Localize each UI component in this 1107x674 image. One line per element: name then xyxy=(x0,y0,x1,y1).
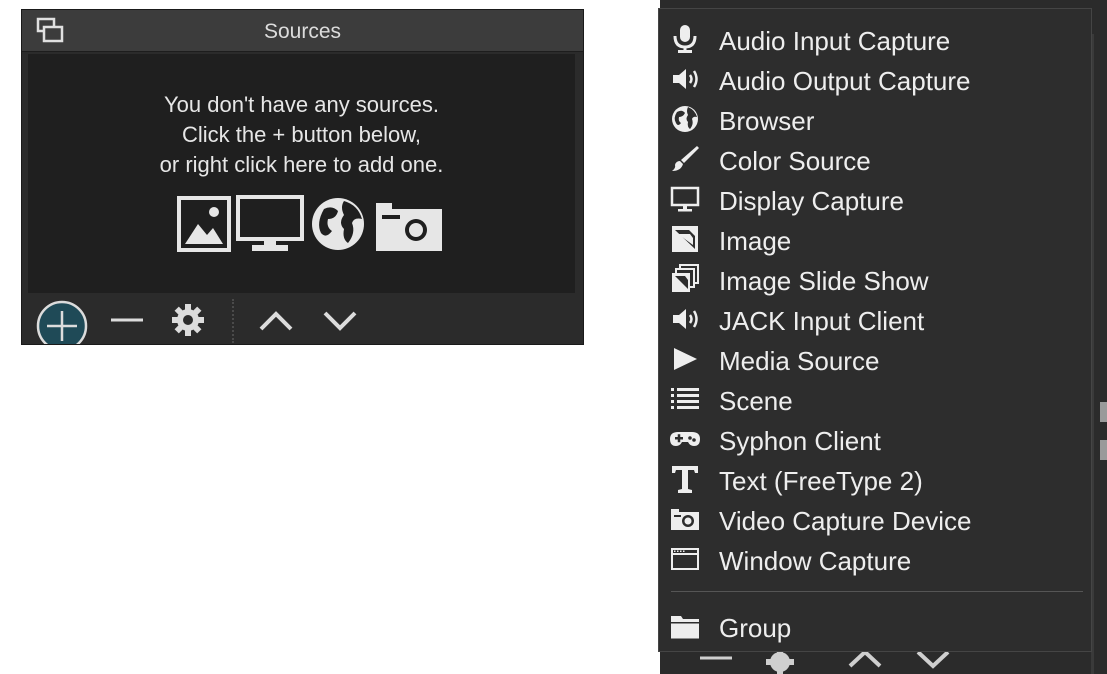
menu-item-label: Audio Output Capture xyxy=(719,66,971,96)
empty-source-icons xyxy=(177,195,442,252)
globe-icon xyxy=(672,106,698,132)
menu-item-group[interactable]: Group xyxy=(659,606,1091,646)
menu-item-label: Syphon Client xyxy=(719,426,881,456)
text-icon xyxy=(672,466,698,493)
sources-list[interactable]: You don't have any sources. Click the + … xyxy=(28,54,575,294)
toolbar-divider xyxy=(232,299,235,343)
background-scroll-marker xyxy=(1100,402,1107,422)
menu-item-color-source[interactable]: Color Source xyxy=(659,139,1091,179)
move-down-icon xyxy=(916,650,950,669)
menu-item-label: Audio Input Capture xyxy=(719,26,951,56)
background-scroll-marker xyxy=(1100,440,1107,460)
image-icon xyxy=(672,226,698,252)
menu-item-label: Browser xyxy=(719,106,815,136)
menu-item-display-capture[interactable]: Display Capture xyxy=(659,179,1091,219)
speaker-icon xyxy=(673,69,698,89)
menu-item-browser[interactable]: Browser xyxy=(659,99,1091,139)
menu-item-label: Text (FreeType 2) xyxy=(719,466,923,496)
menu-item-audio-output-capture[interactable]: Audio Output Capture xyxy=(659,59,1091,99)
camera-icon xyxy=(671,509,699,530)
menu-item-media-source[interactable]: Media Source xyxy=(659,339,1091,379)
menu-item-window-capture[interactable]: Window Capture xyxy=(659,539,1091,579)
move-down-icon[interactable] xyxy=(320,305,360,335)
empty-message-line-3: or right click here to add one. xyxy=(159,152,444,177)
menu-item-jack-input-client[interactable]: JACK Input Client xyxy=(659,299,1091,339)
microphone-icon xyxy=(673,25,697,53)
menu-item-image[interactable]: Image xyxy=(659,219,1091,259)
menu-item-syphon-client[interactable]: Syphon Client xyxy=(659,419,1091,459)
play-icon xyxy=(674,348,697,370)
menu-item-video-capture-device[interactable]: Video Capture Device xyxy=(659,499,1091,539)
slideshow-icon xyxy=(672,264,699,292)
empty-message-line-2: Click the + button below, xyxy=(181,122,422,147)
gear-icon[interactable] xyxy=(170,302,206,338)
globe-icon xyxy=(312,198,364,250)
menu-item-text-freetype-2[interactable]: Text (FreeType 2) xyxy=(659,459,1091,499)
menu-item-image-slide-show[interactable]: Image Slide Show xyxy=(659,259,1091,299)
move-up-icon xyxy=(848,649,882,668)
brush-icon xyxy=(672,146,699,171)
menu-separator xyxy=(671,591,1083,592)
menu-item-label: Image xyxy=(719,226,792,256)
monitor-icon xyxy=(236,195,304,251)
menu-item-label: Group xyxy=(719,613,792,643)
speaker-icon xyxy=(673,309,698,329)
menu-item-label: Color Source xyxy=(719,146,871,176)
menu-item-label: Image Slide Show xyxy=(719,266,929,296)
menu-item-label: Window Capture xyxy=(719,546,912,576)
menu-item-label: JACK Input Client xyxy=(719,306,925,336)
gamepad-icon xyxy=(670,432,700,446)
monitor-icon xyxy=(670,186,700,212)
dock-titlebar: Sources xyxy=(22,10,583,52)
window-icon xyxy=(671,548,699,570)
add-icon[interactable] xyxy=(35,299,89,345)
menu-item-audio-input-capture[interactable]: Audio Input Capture xyxy=(659,19,1091,59)
dock-title: Sources xyxy=(263,20,342,43)
menu-item-scene[interactable]: Scene xyxy=(659,379,1091,419)
remove-icon[interactable] xyxy=(107,305,147,335)
menu-item-label: Media Source xyxy=(719,346,880,376)
menu-item-label: Video Capture Device xyxy=(719,506,972,536)
sources-dock: Sources You don't have any sources. Clic… xyxy=(21,9,584,345)
move-up-icon[interactable] xyxy=(256,305,296,335)
image-icon xyxy=(177,196,231,252)
menu-item-label: Display Capture xyxy=(719,186,904,216)
folder-icon xyxy=(671,616,699,639)
menu-item-label: Scene xyxy=(719,386,793,416)
sources-toolbar xyxy=(22,293,583,345)
empty-message-line-1: You don't have any sources. xyxy=(164,92,439,117)
list-icon xyxy=(671,388,699,409)
camera-icon xyxy=(376,203,442,251)
add-source-menu: Audio Input Capture Audio Output Capture… xyxy=(658,8,1092,652)
